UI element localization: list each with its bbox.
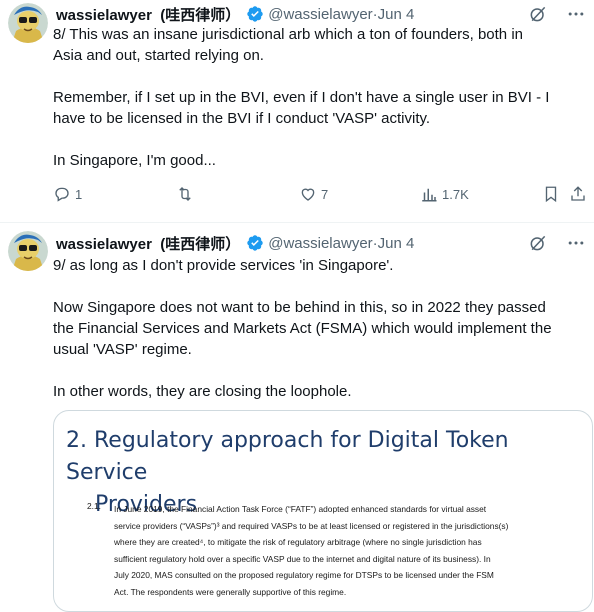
verified-badge-icon: [247, 235, 263, 251]
like-count: 7: [321, 186, 329, 202]
grok-icon[interactable]: [528, 4, 548, 24]
share-button[interactable]: [569, 185, 587, 203]
avatar[interactable]: [8, 3, 48, 43]
attached-image[interactable]: 2. Regulatory approach for Digital Token…: [53, 410, 593, 612]
doc-line: In June 2019, the Financial Action Task …: [114, 504, 487, 514]
more-icon[interactable]: [566, 233, 586, 253]
doc-line: where they are created⁴, to mitigate the…: [114, 537, 482, 547]
reply-icon: [55, 187, 69, 202]
tweet-header: wassielawyer (哇西律师） @wassielawyer · Jun …: [56, 2, 586, 26]
like-button[interactable]: 7: [299, 185, 328, 203]
views-icon: [422, 188, 437, 202]
tweet-text: 8/ This was an insane jurisdictional arb…: [53, 24, 586, 171]
retweet-icon: [179, 187, 191, 201]
tweet-line: Now Singapore does not want to be behind…: [53, 299, 546, 316]
doc-line: Act. The respondents were generally supp…: [114, 586, 347, 597]
share-icon: [571, 186, 585, 201]
tweet-line: Asia and out, started relying on.: [53, 47, 264, 64]
tweet-text: 9/ as long as I don't provide services '…: [53, 255, 586, 402]
verified-badge-icon: [247, 6, 263, 22]
tweet-9[interactable]: wassielawyer (哇西律师） @wassielawyer · Jun …: [0, 222, 594, 612]
tweet-line: In other words, they are closing the loo…: [53, 383, 352, 400]
tweet-8[interactable]: wassielawyer (哇西律师） @wassielawyer · Jun …: [0, 0, 594, 222]
doc-line: sufficient regulatory hold over a specif…: [114, 553, 491, 564]
tweet-line: In Singapore, I'm good...: [53, 152, 216, 169]
doc-heading-line: 2. Regulatory approach for Digital Token…: [66, 428, 509, 485]
tweet-line: usual 'VASP' regime.: [53, 341, 192, 358]
doc-paragraph-number: 2.1.: [87, 501, 101, 511]
retweet-button[interactable]: [176, 185, 198, 203]
doc-paragraph: In June 2019, the Financial Action Task …: [114, 501, 584, 600]
views-count: 1.7K: [442, 186, 469, 202]
like-icon: [301, 188, 315, 201]
tweet-date[interactable]: Jun 4: [378, 235, 415, 252]
tweet-line: the Financial Services and Markets Act (…: [53, 320, 552, 337]
author-handle[interactable]: @wassielawyer: [268, 235, 372, 252]
author-name[interactable]: wassielawyer (哇西律师）: [56, 4, 240, 25]
tweet-actions: 1 7 1.7K: [53, 185, 589, 207]
bookmark-button[interactable]: [542, 185, 560, 203]
views-button[interactable]: 1.7K: [420, 185, 469, 203]
avatar[interactable]: [8, 231, 48, 271]
author-handle[interactable]: @wassielawyer: [268, 6, 372, 23]
doc-line: July 2020, MAS consulted on the proposed…: [114, 570, 494, 580]
tweet-line: Remember, if I set up in the BVI, even i…: [53, 89, 550, 106]
reply-button[interactable]: 1: [53, 185, 82, 203]
bookmark-icon: [545, 186, 557, 203]
grok-icon[interactable]: [528, 233, 548, 253]
tweet-line: have to be licensed in the BVI if I cond…: [53, 110, 431, 127]
author-name[interactable]: wassielawyer (哇西律师）: [56, 233, 240, 254]
tweet-header: wassielawyer (哇西律师） @wassielawyer · Jun …: [56, 231, 586, 255]
tweet-date[interactable]: Jun 4: [378, 6, 415, 23]
reply-count: 1: [75, 186, 83, 202]
more-icon[interactable]: [566, 4, 586, 24]
tweet-line: 9/ as long as I don't provide services '…: [53, 257, 394, 274]
tweet-line: 8/ This was an insane jurisdictional arb…: [53, 26, 523, 43]
doc-line: service providers (“VASPs”)³ and require…: [114, 520, 509, 531]
